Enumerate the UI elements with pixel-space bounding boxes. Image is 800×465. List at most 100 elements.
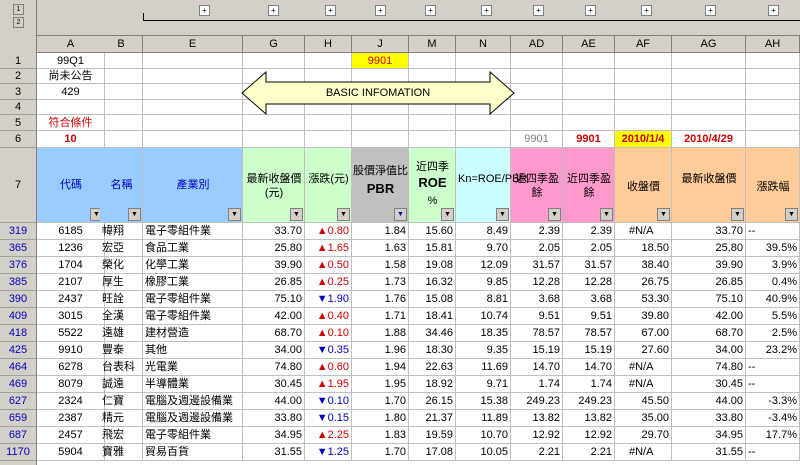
data-cell-roe[interactable]: 18.92 <box>409 376 456 393</box>
column-header[interactable]: N <box>456 36 511 53</box>
filter-dropdown-button[interactable]: ▼ <box>337 208 350 221</box>
grid-cell[interactable] <box>615 115 672 131</box>
data-cell-ad[interactable]: 31.57 <box>511 257 563 274</box>
data-cell-name[interactable]: 幃翔 <box>100 223 143 240</box>
data-cell-ah[interactable]: -- <box>746 223 800 240</box>
data-cell-ag[interactable]: 68.70 <box>672 325 746 342</box>
column-header[interactable]: G <box>243 36 305 53</box>
data-cell-ad[interactable]: 14.70 <box>511 359 563 376</box>
data-cell-ae[interactable]: 13.82 <box>563 410 615 427</box>
data-cell-close[interactable]: 33.80 <box>243 410 305 427</box>
data-cell-roe[interactable]: 34.46 <box>409 325 456 342</box>
grid-cell[interactable] <box>100 69 143 84</box>
data-cell-chg[interactable]: ▼1.90 <box>305 291 352 308</box>
column-header[interactable]: AD <box>511 36 563 53</box>
data-cell-af[interactable]: 27.60 <box>615 342 672 359</box>
grid-cell[interactable] <box>143 100 243 115</box>
data-cell-ag[interactable]: 33.80 <box>672 410 746 427</box>
data-cell-roe[interactable]: 16.32 <box>409 274 456 291</box>
data-cell-close[interactable]: 68.70 <box>243 325 305 342</box>
column-header[interactable]: AG <box>672 36 746 53</box>
data-cell-roe[interactable]: 15.81 <box>409 240 456 257</box>
data-cell-af[interactable]: 67.00 <box>615 325 672 342</box>
data-cell-ah[interactable]: 23.2% <box>746 342 800 359</box>
data-cell-ah[interactable]: 40.9% <box>746 291 800 308</box>
data-cell-code[interactable]: 2324 <box>37 393 105 410</box>
grid-cell[interactable] <box>143 131 243 148</box>
data-cell-ad[interactable]: 3.68 <box>511 291 563 308</box>
outline-expand-button[interactable]: + <box>375 5 386 16</box>
data-cell-roe[interactable]: 26.15 <box>409 393 456 410</box>
column-header[interactable]: AF <box>615 36 672 53</box>
data-cell-ind[interactable]: 橡膠工業 <box>143 274 243 291</box>
data-cell-kn[interactable]: 11.69 <box>456 359 511 376</box>
cell-ae6[interactable]: 9901 <box>563 131 615 148</box>
data-cell-ag[interactable]: 26.85 <box>672 274 746 291</box>
grid-cell[interactable] <box>746 53 800 69</box>
outline-expand-button[interactable]: + <box>768 5 779 16</box>
data-cell-ag[interactable]: 44.00 <box>672 393 746 410</box>
grid-cell[interactable] <box>511 100 563 115</box>
filter-dropdown-button[interactable]: ▼ <box>128 208 141 221</box>
data-cell-ad[interactable]: 2.39 <box>511 223 563 240</box>
data-cell-ae[interactable]: 15.19 <box>563 342 615 359</box>
data-cell-code[interactable]: 2437 <box>37 291 105 308</box>
data-cell-af[interactable]: 35.00 <box>615 410 672 427</box>
data-cell-ind[interactable]: 電腦及週邊設備業 <box>143 410 243 427</box>
grid-cell[interactable] <box>143 69 243 84</box>
data-cell-name[interactable]: 旺詮 <box>100 291 143 308</box>
grid-cell[interactable] <box>100 53 143 69</box>
data-cell-close[interactable]: 75.10 <box>243 291 305 308</box>
data-cell-ad[interactable]: 12.28 <box>511 274 563 291</box>
data-cell-chg[interactable]: ▲0.25 <box>305 274 352 291</box>
grid-cell[interactable] <box>672 69 746 84</box>
data-cell-ah[interactable]: -3.3% <box>746 393 800 410</box>
data-cell-ind[interactable]: 食品工業 <box>143 240 243 257</box>
data-cell-kn[interactable]: 9.71 <box>456 376 511 393</box>
data-cell-chg[interactable]: ▼0.15 <box>305 410 352 427</box>
data-cell-kn[interactable]: 12.09 <box>456 257 511 274</box>
data-cell-chg[interactable]: ▲1.65 <box>305 240 352 257</box>
row-header-filtered[interactable]: 627 <box>0 393 37 410</box>
data-cell-ah[interactable]: 39.5% <box>746 240 800 257</box>
data-cell-roe[interactable]: 17.08 <box>409 444 456 461</box>
row-header-filtered[interactable]: 464 <box>0 359 37 376</box>
data-cell-close[interactable]: 30.45 <box>243 376 305 393</box>
data-cell-pbr[interactable]: 1.83 <box>352 427 409 444</box>
data-cell-name[interactable]: 飛宏 <box>100 427 143 444</box>
grid-cell[interactable] <box>563 115 615 131</box>
data-cell-code[interactable]: 1704 <box>37 257 105 274</box>
data-cell-ag[interactable]: 39.90 <box>672 257 746 274</box>
data-cell-pbr[interactable]: 1.88 <box>352 325 409 342</box>
data-cell-name[interactable]: 仁寶 <box>100 393 143 410</box>
data-cell-pbr[interactable]: 1.73 <box>352 274 409 291</box>
data-cell-chg[interactable]: ▲0.80 <box>305 223 352 240</box>
data-cell-ad[interactable]: 2.21 <box>511 444 563 461</box>
cell-a5[interactable]: 符合條件 <box>37 115 105 131</box>
filter-dropdown-button[interactable]: ▼ <box>290 208 303 221</box>
data-cell-ad[interactable]: 13.82 <box>511 410 563 427</box>
data-cell-name[interactable]: 宏亞 <box>100 240 143 257</box>
data-cell-code[interactable]: 1236 <box>37 240 105 257</box>
data-cell-ah[interactable]: -- <box>746 444 800 461</box>
data-cell-ind[interactable]: 電子零組件業 <box>143 427 243 444</box>
data-cell-ae[interactable]: 3.68 <box>563 291 615 308</box>
data-cell-chg[interactable]: ▲0.10 <box>305 325 352 342</box>
data-cell-ind[interactable]: 其他 <box>143 342 243 359</box>
row-header[interactable]: 2 <box>0 69 37 84</box>
data-cell-ae[interactable]: 2.05 <box>563 240 615 257</box>
data-cell-code[interactable]: 6278 <box>37 359 105 376</box>
column-header[interactable]: B <box>100 36 143 53</box>
grid-cell[interactable] <box>615 69 672 84</box>
filter-dropdown-button[interactable]: ▼ <box>441 208 454 221</box>
data-cell-roe[interactable]: 19.59 <box>409 427 456 444</box>
data-cell-pbr[interactable]: 1.71 <box>352 308 409 325</box>
data-cell-pbr[interactable]: 1.70 <box>352 444 409 461</box>
data-cell-ae[interactable]: 249.23 <box>563 393 615 410</box>
row-header-filtered[interactable]: 365 <box>0 240 37 257</box>
row-header-filtered[interactable]: 385 <box>0 274 37 291</box>
data-cell-code[interactable]: 2457 <box>37 427 105 444</box>
outline-expand-button[interactable]: + <box>481 5 492 16</box>
grid-cell[interactable] <box>143 53 243 69</box>
data-cell-ad[interactable]: 249.23 <box>511 393 563 410</box>
